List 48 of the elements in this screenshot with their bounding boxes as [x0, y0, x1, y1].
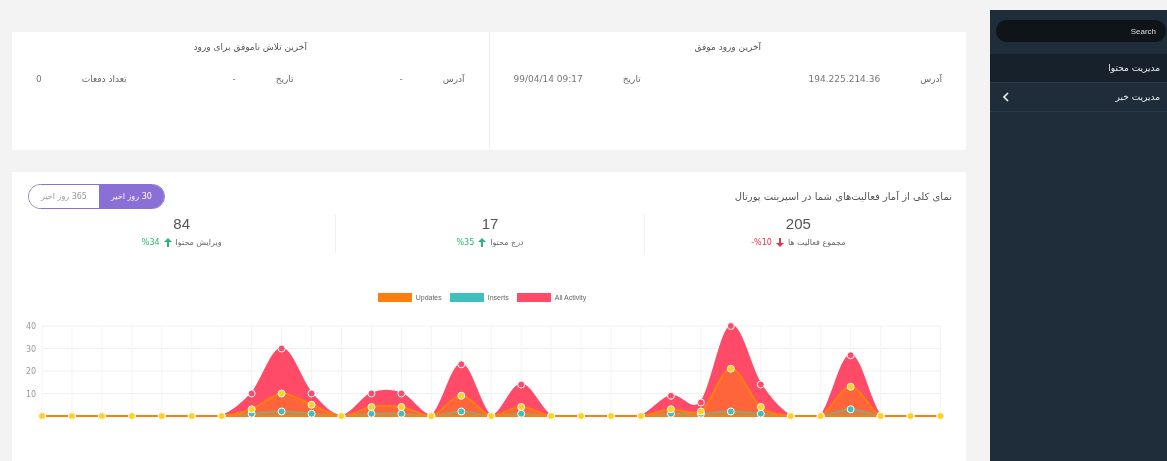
- metric-value: 205: [785, 215, 811, 232]
- search-field[interactable]: Search: [996, 20, 1166, 42]
- data-point: [517, 409, 526, 418]
- stats-title: نمای کلی از آمار فعالیت‌های شما در اسپرینت پورتال: [734, 191, 952, 202]
- data-point: [726, 322, 735, 330]
- y-tick-label: 40: [26, 322, 37, 331]
- chevron-icon: [1002, 92, 1009, 102]
- field-label: آدرس: [920, 74, 942, 84]
- data-point: [846, 382, 855, 391]
- field-value: 09:17 99/04/14: [513, 74, 583, 84]
- metric-label: ویرایش محتوا: [175, 238, 222, 247]
- metric-change: %34: [141, 238, 160, 247]
- field-value: 0: [36, 74, 42, 84]
- field-value: -: [399, 74, 403, 84]
- data-point: [726, 407, 735, 416]
- range-button[interactable]: 30 روز اخیر: [98, 185, 164, 208]
- data-point: [247, 405, 256, 414]
- metric-change: %35: [456, 238, 475, 247]
- y-tick-label: 10: [26, 389, 37, 399]
- y-tick-label: 30: [26, 344, 37, 354]
- field-label: تعداد دفعات: [81, 74, 127, 84]
- metric-value: 84: [173, 215, 191, 232]
- sidebar-item[interactable]: مدیریت خبر: [990, 83, 1167, 112]
- data-point: [367, 409, 376, 418]
- data-point: [457, 407, 466, 416]
- data-point: [397, 409, 406, 418]
- data-point: [457, 391, 466, 400]
- field-value: 194.225.214.36: [808, 74, 881, 84]
- field-label: تاریخ: [622, 74, 641, 84]
- metric-label: مجموع فعالیت ها: [787, 238, 846, 247]
- card-title: آخرین ورود موفق: [693, 42, 762, 52]
- data-point: [307, 400, 316, 409]
- field-value: -: [232, 74, 236, 84]
- data-point: [307, 409, 316, 418]
- data-point: [277, 407, 286, 416]
- y-tick-label: 20: [26, 367, 37, 376]
- metric-label: درج محتوا: [490, 238, 524, 247]
- data-point: [277, 389, 286, 398]
- data-point: [666, 405, 675, 414]
- card-title: آخرین تلاش ناموفق برای ورود: [192, 42, 308, 52]
- metric-change: %10-: [751, 238, 772, 247]
- data-point: [846, 405, 855, 414]
- field-label: تاریخ: [275, 74, 294, 84]
- metric-value: 17: [481, 215, 499, 232]
- sidebar-item[interactable]: مدیریت محتوا: [990, 54, 1167, 83]
- field-label: آدرس: [442, 74, 465, 84]
- data-point: [756, 409, 765, 418]
- data-point: [726, 364, 735, 373]
